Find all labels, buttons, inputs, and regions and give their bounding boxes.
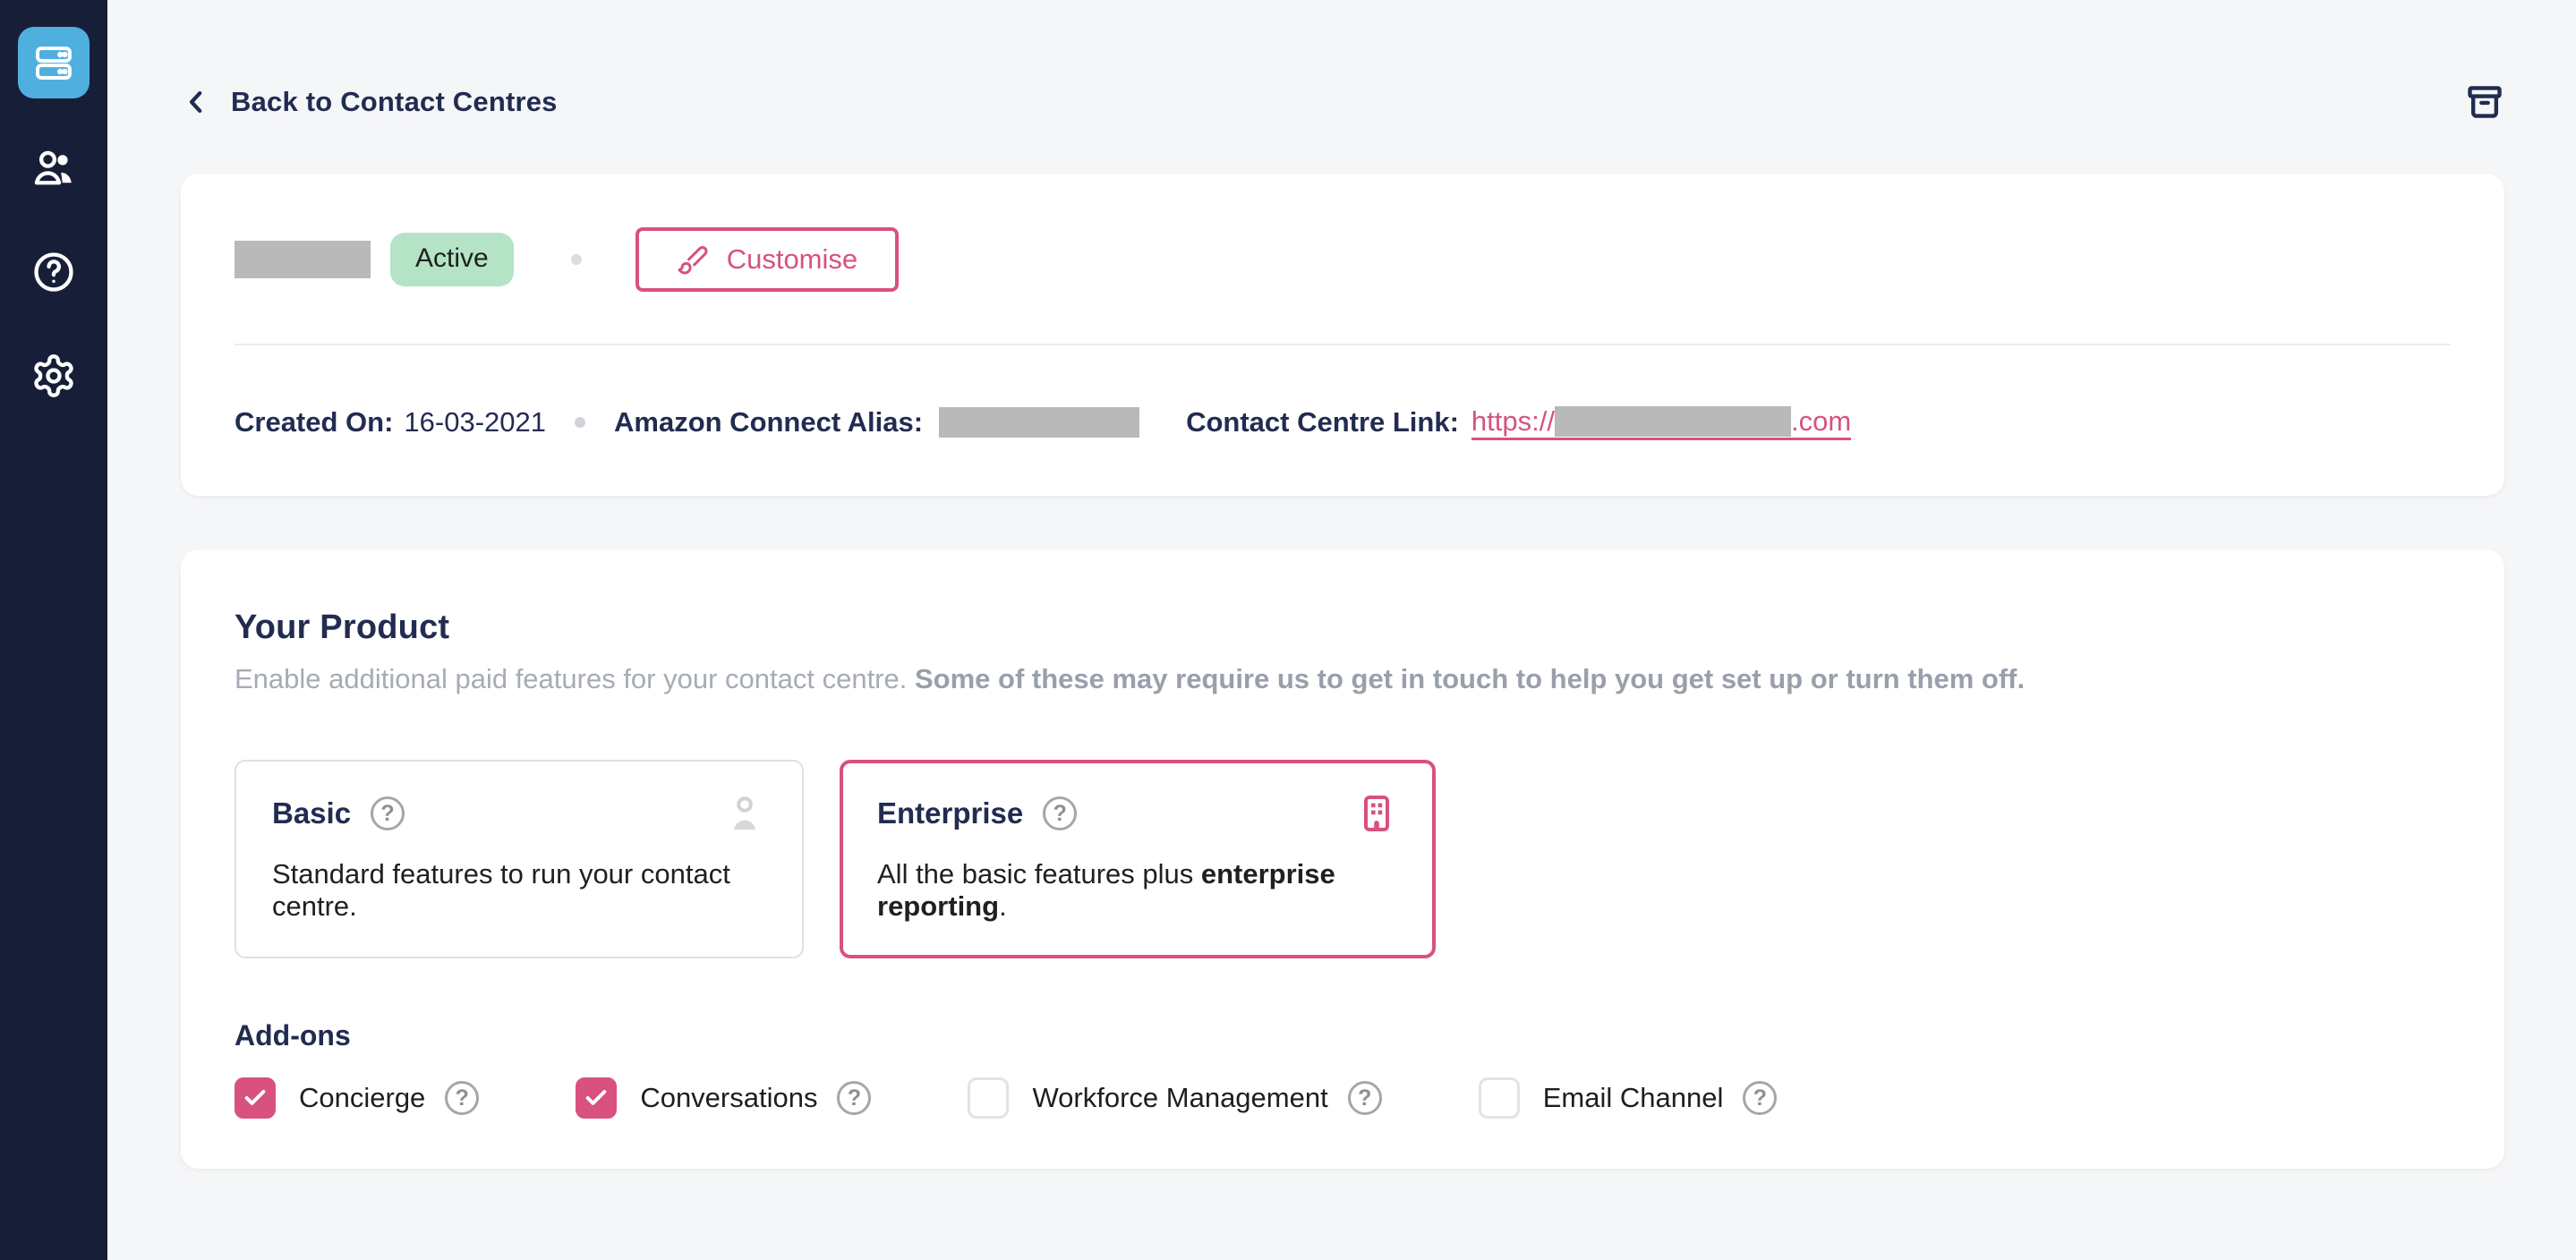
person-icon <box>723 792 766 835</box>
help-icon[interactable]: ? <box>1348 1081 1382 1115</box>
archive-button[interactable] <box>2465 82 2504 122</box>
contact-centre-link-redacted <box>1555 406 1791 437</box>
workforce-management-checkbox[interactable] <box>968 1077 1009 1119</box>
help-icon[interactable]: ? <box>445 1081 479 1115</box>
customise-button[interactable]: Customise <box>635 227 899 292</box>
archive-box-icon <box>2465 82 2504 122</box>
your-product-subtitle: Enable additional paid features for your… <box>235 663 2451 695</box>
your-product-card: Your Product Enable additional paid feat… <box>181 549 2504 1169</box>
link-prefix: https:// <box>1471 404 1555 438</box>
plan-options: Basic ? Standard features to run your co… <box>235 760 2451 958</box>
status-badge: Active <box>390 233 514 286</box>
separator-dot <box>571 254 582 265</box>
amazon-connect-alias-label: Amazon Connect Alias: <box>614 406 923 438</box>
plan-enterprise[interactable]: Enterprise ? <box>840 760 1436 958</box>
concierge-checkbox[interactable] <box>235 1077 276 1119</box>
users-icon <box>30 145 77 192</box>
gear-icon <box>30 353 77 399</box>
building-icon <box>1355 792 1398 835</box>
sidebar-nav <box>30 145 77 399</box>
sidebar-item-users[interactable] <box>30 145 77 192</box>
link-suffix: .com <box>1791 404 1851 438</box>
customise-label: Customise <box>727 243 857 276</box>
contact-centre-header-row: Active Customise <box>235 227 2451 292</box>
plan-basic[interactable]: Basic ? Standard features to run your co… <box>235 760 804 958</box>
plan-basic-header: Basic ? <box>272 792 766 835</box>
help-icon[interactable]: ? <box>1043 796 1077 830</box>
created-on-label: Created On: <box>235 406 393 438</box>
your-product-title: Your Product <box>235 609 2451 647</box>
addon-workforce-management[interactable]: Workforce Management ? <box>968 1077 1381 1119</box>
sidebar-logo-contact-centres[interactable] <box>18 27 90 98</box>
contact-centre-link-label: Contact Centre Link: <box>1186 406 1459 438</box>
contact-centre-link[interactable]: https:// .com <box>1471 404 1851 440</box>
plan-enterprise-description: All the basic features plus enterprise r… <box>877 858 1398 923</box>
email-channel-label: Email Channel <box>1543 1082 1724 1114</box>
sidebar-item-help[interactable] <box>30 249 77 295</box>
addons-row: Concierge ? Conversations ? Workforce Ma… <box>235 1077 2451 1119</box>
addon-concierge[interactable]: Concierge ? <box>235 1077 479 1119</box>
sidebar <box>0 0 107 1260</box>
plan-enterprise-header: Enterprise ? <box>877 792 1398 835</box>
help-icon[interactable]: ? <box>1743 1081 1777 1115</box>
plan-basic-name: Basic <box>272 796 351 830</box>
app-root: Back to Contact Centres Active <box>0 0 2576 1260</box>
help-icon[interactable]: ? <box>371 796 405 830</box>
separator-dot <box>575 417 585 428</box>
plan-basic-description: Standard features to run your contact ce… <box>272 858 766 923</box>
subtitle-bold: Some of these may require us to get in t… <box>915 663 2025 694</box>
contact-centre-card: Active Customise Created On: 16-03-2021 <box>181 174 2504 496</box>
divider <box>235 344 2451 345</box>
amazon-connect-alias-redacted <box>939 407 1139 438</box>
help-circle-icon <box>30 249 77 295</box>
conversations-checkbox[interactable] <box>576 1077 617 1119</box>
created-on-value: 16-03-2021 <box>404 406 546 438</box>
contact-centre-name-redacted <box>235 241 371 278</box>
contact-centre-meta-row: Created On: 16-03-2021 Amazon Connect Al… <box>235 404 2451 440</box>
plan-enterprise-desc-suffix: . <box>999 890 1007 922</box>
server-stack-icon <box>32 41 75 84</box>
subtitle-normal: Enable additional paid features for your… <box>235 663 915 694</box>
topbar: Back to Contact Centres <box>181 82 2504 122</box>
sidebar-item-settings[interactable] <box>30 353 77 399</box>
email-channel-checkbox[interactable] <box>1479 1077 1520 1119</box>
plan-enterprise-desc-prefix: All the basic features plus <box>877 858 1201 890</box>
addons-title: Add-ons <box>235 1019 2451 1052</box>
help-icon[interactable]: ? <box>837 1081 871 1115</box>
conversations-label: Conversations <box>640 1082 817 1114</box>
paintbrush-icon <box>677 243 709 276</box>
plan-enterprise-name: Enterprise <box>877 796 1023 830</box>
back-label: Back to Contact Centres <box>231 86 558 118</box>
main-content: Back to Contact Centres Active <box>107 0 2576 1260</box>
addon-email-channel[interactable]: Email Channel ? <box>1479 1077 1778 1119</box>
concierge-label: Concierge <box>299 1082 425 1114</box>
chevron-left-icon <box>181 87 211 117</box>
workforce-management-label: Workforce Management <box>1032 1082 1327 1114</box>
addon-conversations[interactable]: Conversations ? <box>576 1077 871 1119</box>
back-to-contact-centres-link[interactable]: Back to Contact Centres <box>181 86 558 118</box>
